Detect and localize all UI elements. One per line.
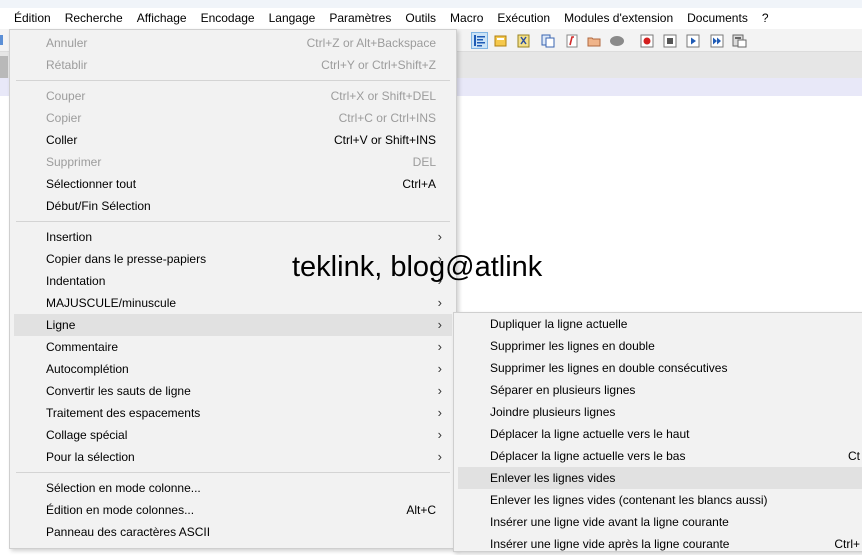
document-map-icon[interactable]	[539, 32, 556, 49]
chevron-right-icon: ›	[437, 449, 442, 464]
menu-item-retablir[interactable]: Rétablir Ctrl+Y or Ctrl+Shift+Z	[14, 54, 452, 76]
menu-item-insertion[interactable]: Insertion ›	[14, 226, 452, 248]
menu-macro[interactable]: Macro	[443, 8, 490, 29]
notepad-icon[interactable]	[492, 32, 509, 49]
submenu-item-supprimer-doublons-consecutifs[interactable]: Supprimer les lignes en double consécuti…	[458, 357, 862, 379]
menu-item-collage-special[interactable]: Collage spécial ›	[14, 424, 452, 446]
menu-item-panneau-ascii[interactable]: Panneau des caractères ASCII	[14, 521, 452, 543]
menu-separator	[16, 472, 450, 473]
menu-bar: Édition Recherche Affichage Encodage Lan…	[0, 8, 862, 29]
menu-item-autocompletion[interactable]: Autocomplétion ›	[14, 358, 452, 380]
menu-parametres[interactable]: Paramètres	[322, 8, 398, 29]
submenu-item-dupliquer[interactable]: Dupliquer la ligne actuelle	[458, 313, 862, 335]
folder-icon[interactable]	[585, 32, 602, 49]
menu-langage[interactable]: Langage	[262, 8, 323, 29]
menu-item-majuscule-minuscule[interactable]: MAJUSCULE/minuscule ›	[14, 292, 452, 314]
macro-stop-icon[interactable]	[661, 32, 678, 49]
menu-item-supprimer[interactable]: Supprimer DEL	[14, 151, 452, 173]
submenu-item-inserer-avant[interactable]: Insérer une ligne vide avant la ligne co…	[458, 511, 862, 533]
save-macro-icon[interactable]	[731, 32, 748, 49]
chevron-right-icon: ›	[437, 229, 442, 244]
menu-item-copier[interactable]: Copier Ctrl+C or Ctrl+INS	[14, 107, 452, 129]
menu-item-edition-mode-colonnes[interactable]: Édition en mode colonnes... Alt+C	[14, 499, 452, 521]
submenu-item-deplacer-haut[interactable]: Déplacer la ligne actuelle vers le haut	[458, 423, 862, 445]
submenu-item-joindre[interactable]: Joindre plusieurs lignes	[458, 401, 862, 423]
chevron-right-icon: ›	[437, 339, 442, 354]
menu-item-annuler[interactable]: Annuler Ctrl+Z or Alt+Backspace	[14, 32, 452, 54]
wrap-icon[interactable]	[471, 32, 488, 49]
chevron-right-icon: ›	[437, 427, 442, 442]
menu-item-coller[interactable]: Coller Ctrl+V or Shift+INS	[14, 129, 452, 151]
menu-affichage[interactable]: Affichage	[130, 8, 194, 29]
menu-item-ligne[interactable]: Ligne ›	[14, 314, 452, 336]
menu-encodage[interactable]: Encodage	[194, 8, 262, 29]
menu-item-pour-la-selection[interactable]: Pour la sélection ›	[14, 446, 452, 468]
menu-item-traitement-espacements[interactable]: Traitement des espacements ›	[14, 402, 452, 424]
function-list-icon[interactable]	[563, 32, 580, 49]
chevron-right-icon: ›	[437, 361, 442, 376]
submenu-item-inserer-apres[interactable]: Insérer une ligne vide après la ligne co…	[458, 533, 862, 555]
menu-documents[interactable]: Documents	[680, 8, 755, 29]
submenu-item-enlever-lignes-vides-blancs[interactable]: Enlever les lignes vides (contenant les …	[458, 489, 862, 511]
document-tab[interactable]	[0, 56, 8, 78]
menu-item-debut-fin-selection[interactable]: Début/Fin Sélection	[14, 195, 452, 217]
menu-separator	[16, 221, 450, 222]
macro-play-icon[interactable]	[684, 32, 701, 49]
macro-record-icon[interactable]	[638, 32, 655, 49]
chevron-right-icon: ›	[437, 317, 442, 332]
submenu-item-supprimer-doublons[interactable]: Supprimer les lignes en double	[458, 335, 862, 357]
chevron-right-icon: ›	[437, 383, 442, 398]
submenu-item-enlever-lignes-vides[interactable]: Enlever les lignes vides	[458, 467, 862, 489]
toolbar-edge-icon	[0, 35, 3, 45]
menu-recherche[interactable]: Recherche	[58, 8, 130, 29]
menu-item-selection-mode-colonne[interactable]: Sélection en mode colonne...	[14, 477, 452, 499]
bookmark-icon[interactable]	[515, 32, 532, 49]
menu-outils[interactable]: Outils	[398, 8, 443, 29]
menu-separator	[16, 80, 450, 81]
record-icon[interactable]	[608, 32, 625, 49]
menu-item-couper[interactable]: Couper Ctrl+X or Shift+DEL	[14, 85, 452, 107]
menu-item-convertir-sauts[interactable]: Convertir les sauts de ligne ›	[14, 380, 452, 402]
chevron-right-icon: ›	[437, 405, 442, 420]
menu-help[interactable]: ?	[755, 8, 776, 29]
chevron-right-icon: ›	[437, 295, 442, 310]
ligne-submenu: Dupliquer la ligne actuelle Supprimer le…	[453, 312, 862, 552]
menu-item-commentaire[interactable]: Commentaire ›	[14, 336, 452, 358]
menu-execution[interactable]: Exécution	[490, 8, 557, 29]
macro-run-multiple-icon[interactable]	[708, 32, 725, 49]
submenu-item-separer[interactable]: Séparer en plusieurs lignes	[458, 379, 862, 401]
window-top-strip	[0, 0, 862, 8]
submenu-item-deplacer-bas[interactable]: Déplacer la ligne actuelle vers le bas C…	[458, 445, 862, 467]
edition-menu: Annuler Ctrl+Z or Alt+Backspace Rétablir…	[9, 29, 457, 549]
watermark-text: teklink, blog@atlink	[292, 251, 543, 283]
menu-modules[interactable]: Modules d'extension	[557, 8, 680, 29]
menu-edition[interactable]: Édition	[0, 8, 58, 29]
menu-item-selectionner-tout[interactable]: Sélectionner tout Ctrl+A	[14, 173, 452, 195]
